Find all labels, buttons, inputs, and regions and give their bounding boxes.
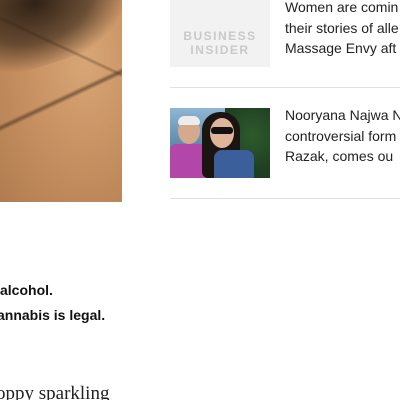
headline-line: Razak, comes ou [285,148,394,164]
article-bold-text: annabis is legal. [0,307,106,323]
headline-line: Massage Envy aft [285,40,397,56]
article-hero-image [0,0,122,202]
story-headline-link[interactable]: Nooryana Najwa N controversial form Raza… [285,105,400,167]
headline-line: Women are comin [285,0,399,15]
story-headline-link[interactable]: Women are comin their stories of alle Ma… [285,0,400,59]
sidebar-story-item[interactable]: Nooryana Najwa N controversial form Raza… [170,105,400,199]
story-thumbnail-photo[interactable] [170,108,270,178]
headline-line: their stories of alle [285,19,399,36]
headline-line: Nooryana Najwa N [285,107,400,123]
business-insider-logo: BUSINESS INSIDER [183,29,257,57]
hero-image-shadow [0,0,122,81]
article-bold-text: alcohol. [0,282,53,298]
story-thumbnail-placeholder[interactable]: BUSINESS INSIDER [170,0,270,67]
headline-line: controversial form [285,127,397,144]
article-paragraph-text: oppy sparkling [0,383,110,400]
sidebar-story-item[interactable]: BUSINESS INSIDER Women are comin their s… [170,0,400,88]
